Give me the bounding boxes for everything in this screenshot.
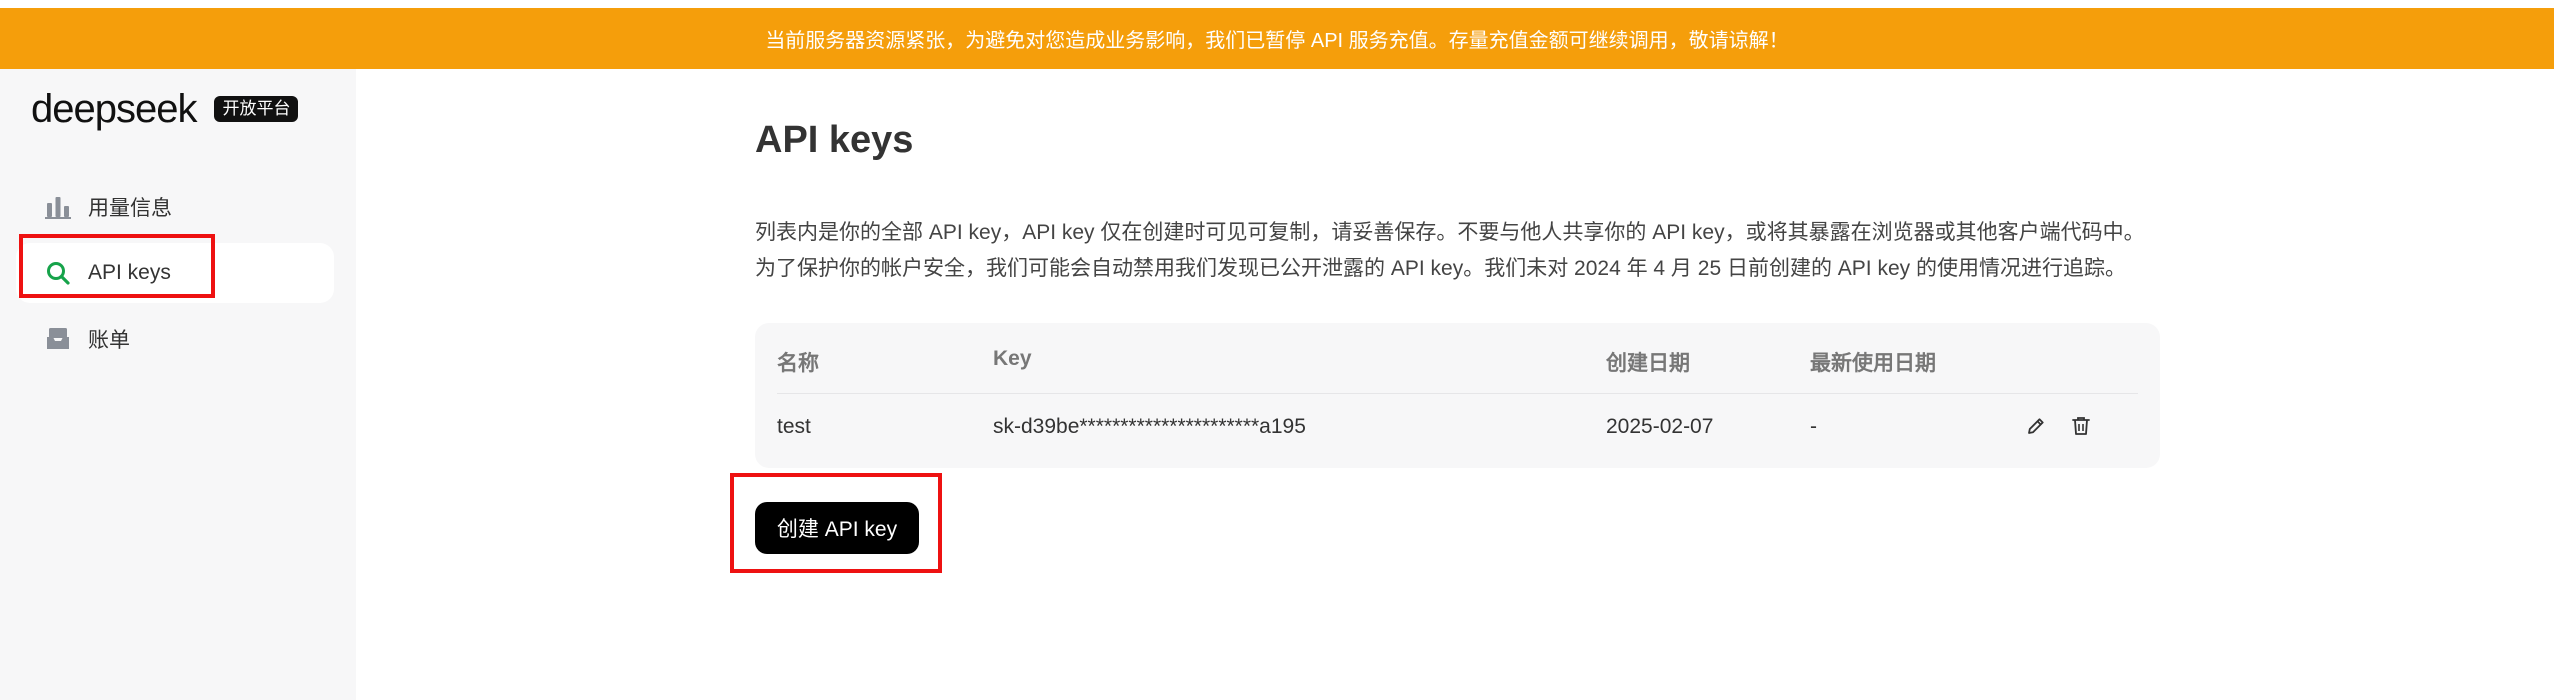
edit-icon[interactable] <box>2021 411 2051 441</box>
inbox-icon <box>44 325 72 353</box>
created-date-cell: 2025-02-07 <box>1606 415 1714 438</box>
sidebar-item-label: 用量信息 <box>88 197 172 220</box>
trash-icon[interactable] <box>2066 411 2096 441</box>
key-value-cell: sk-d39be**********************a195 <box>993 415 1306 438</box>
banner-text: 当前服务器资源紧张，为避免对您造成业务影响，我们已暂停 API 服务充值。存量充… <box>765 30 1789 52</box>
platform-badge: 开放平台 <box>214 95 299 123</box>
last-used-cell: - <box>1810 415 1817 438</box>
key-name-cell: test <box>777 415 811 438</box>
service-notice-banner: 当前服务器资源紧张，为避免对您造成业务影响，我们已暂停 API 服务充值。存量充… <box>0 8 2554 69</box>
sidebar-item-label: 账单 <box>88 329 130 352</box>
sidebar-item-api-keys[interactable]: API keys <box>16 243 334 303</box>
sidebar-item-billing[interactable]: 账单 <box>16 309 334 369</box>
column-header-key: Key <box>993 347 1032 370</box>
description-line-1: 列表内是你的全部 API key，API key 仅在创建时可见可复制，请妥善保… <box>755 221 2145 244</box>
brand-logo: deepseek <box>31 87 197 131</box>
create-api-key-button[interactable]: 创建 API key <box>755 502 919 554</box>
sidebar: deepseek 开放平台 用量信息 API keys 账单 <box>0 69 356 700</box>
page-description: 列表内是你的全部 API key，API key 仅在创建时可见可复制，请妥善保… <box>755 215 2175 287</box>
brand[interactable]: deepseek 开放平台 <box>31 87 299 131</box>
column-header-last-used: 最新使用日期 <box>1810 352 1936 375</box>
bar-chart-icon <box>44 193 72 221</box>
sidebar-item-label: API keys <box>88 261 171 284</box>
table-divider <box>777 393 2138 394</box>
search-icon <box>44 259 72 287</box>
description-line-2: 为了保护你的帐户安全，我们可能会自动禁用我们发现已公开泄露的 API key。我… <box>755 257 2126 280</box>
column-header-created: 创建日期 <box>1606 352 1690 375</box>
sidebar-nav: 用量信息 API keys 账单 <box>16 177 334 375</box>
sidebar-item-usage[interactable]: 用量信息 <box>16 177 334 237</box>
page-title: API keys <box>755 119 914 161</box>
column-header-name: 名称 <box>777 352 819 375</box>
api-keys-table: 名称 Key 创建日期 最新使用日期 test sk-d39be********… <box>755 323 2160 468</box>
